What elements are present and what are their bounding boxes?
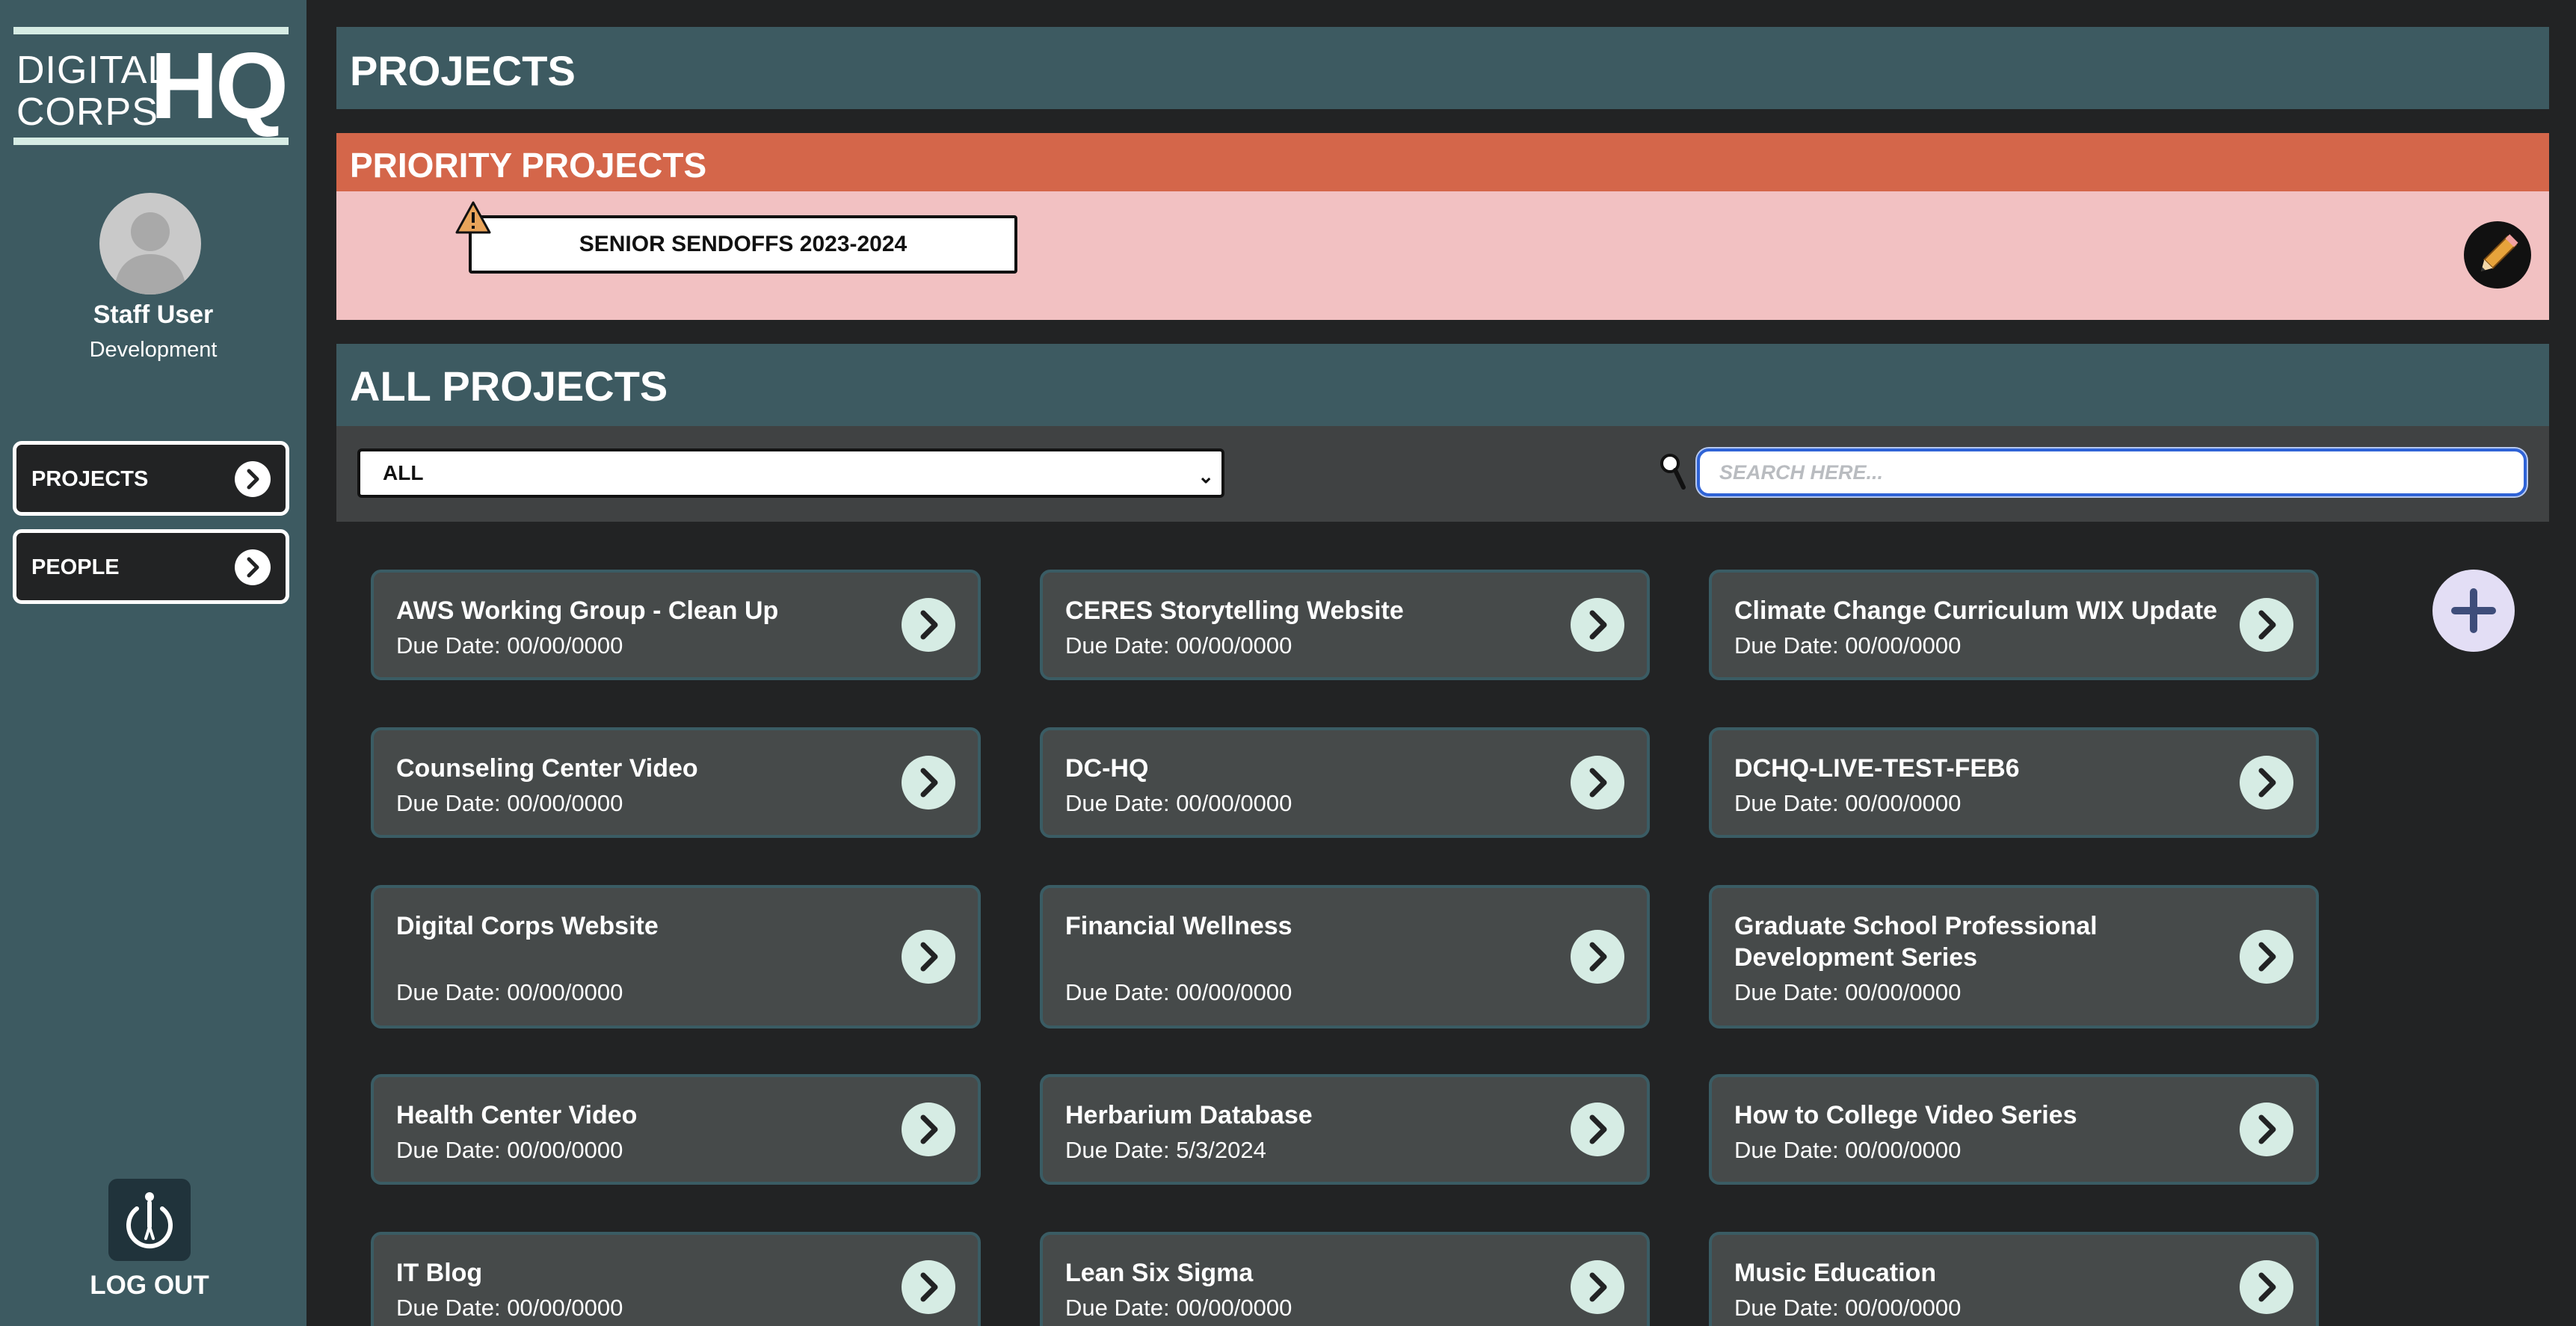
- chevron-right-circle-icon[interactable]: [902, 598, 955, 652]
- page-title: PROJECTS: [350, 47, 576, 94]
- project-card[interactable]: DCHQ-LIVE-TEST-FEB6 Due Date: 00/00/0000: [1709, 727, 2319, 838]
- project-card[interactable]: IT Blog Due Date: 00/00/0000: [371, 1232, 981, 1326]
- project-card[interactable]: Financial Wellness Due Date: 00/00/0000: [1040, 885, 1650, 1029]
- project-card[interactable]: CERES Storytelling Website Due Date: 00/0…: [1040, 570, 1650, 680]
- chevron-right-circle-icon[interactable]: [1571, 1103, 1624, 1156]
- project-due-date: Due Date: 00/00/0000: [396, 632, 623, 659]
- nav-people-label: PEOPLE: [31, 555, 120, 579]
- warning-icon: [455, 201, 491, 234]
- project-title: Health Center Video: [396, 1101, 638, 1129]
- project-title: Lean Six Sigma: [1065, 1259, 1254, 1287]
- chevron-right-circle-icon[interactable]: [2240, 756, 2293, 810]
- logo-hq: HQ: [150, 33, 289, 138]
- project-card[interactable]: Music Education Due Date: 00/00/0000: [1709, 1232, 2319, 1326]
- project-card[interactable]: Climate Change Curriculum WIX Update Due …: [1709, 570, 2319, 680]
- project-card[interactable]: Health Center Video Due Date: 00/00/0000: [371, 1074, 981, 1185]
- project-filter-select[interactable]: ALL ⌄: [357, 448, 1224, 498]
- project-title: Herbarium Database: [1065, 1101, 1313, 1129]
- logout-label[interactable]: LOG OUT: [0, 1271, 299, 1301]
- user-name: Staff User: [93, 300, 214, 329]
- all-projects-title: ALL PROJECTS: [350, 363, 668, 410]
- project-card[interactable]: How to College Video Series Due Date: 00/…: [1709, 1074, 2319, 1185]
- project-due-date: Due Date: 00/00/0000: [1734, 979, 1962, 1005]
- nav-people-button[interactable]: PEOPLE: [13, 529, 289, 604]
- chevron-right-circle-icon[interactable]: [1571, 1260, 1624, 1314]
- project-title: Counseling Center Video: [396, 754, 698, 783]
- chevron-right-circle-icon[interactable]: [902, 1103, 955, 1156]
- power-icon: [126, 1192, 173, 1249]
- priority-project-item[interactable]: SENIOR SENDOFFS 2023-2024: [469, 215, 1017, 274]
- pencil-icon: [2481, 234, 2518, 271]
- chevron-right-circle-icon[interactable]: [2240, 930, 2293, 984]
- chevron-right-circle-icon[interactable]: [902, 930, 955, 984]
- chevron-right-circle-icon[interactable]: [1571, 756, 1624, 810]
- chevron-right-circle-icon[interactable]: [2240, 1260, 2293, 1314]
- project-due-date: Due Date: 00/00/0000: [396, 790, 623, 816]
- project-due-date: Due Date: 00/00/0000: [1734, 632, 1962, 659]
- project-due-date: Due Date: 00/00/0000: [396, 1295, 623, 1321]
- project-due-date: Due Date: 00/00/0000: [1065, 632, 1292, 659]
- plus-icon: [2451, 588, 2496, 633]
- digital-corps-hq-logo[interactable]: DIGITAL CORPS HQ: [13, 27, 289, 145]
- filter-selected-value: ALL: [383, 461, 424, 484]
- user-department: Development: [89, 338, 218, 362]
- all-projects-header: ALL PROJECTS: [336, 344, 2549, 426]
- nav-projects-button[interactable]: PROJECTS: [13, 441, 289, 516]
- project-due-date: Due Date: 00/00/0000: [1734, 1295, 1962, 1321]
- project-title: CERES Storytelling Website: [1065, 596, 1404, 625]
- project-due-date: Due Date: 00/00/0000: [396, 979, 623, 1005]
- project-due-date: Due Date: 00/00/0000: [396, 1137, 623, 1163]
- projects-header: PROJECTS: [336, 27, 2549, 109]
- project-due-date: Due Date: 00/00/0000: [1734, 790, 1962, 816]
- project-card[interactable]: Herbarium Database Due Date: 5/3/2024: [1040, 1074, 1650, 1185]
- avatar: [99, 193, 201, 295]
- project-due-date: Due Date: 5/3/2024: [1065, 1137, 1266, 1163]
- logo-line-1: DIGITAL: [16, 49, 170, 92]
- add-project-button[interactable]: [2432, 570, 2515, 652]
- chevron-right-circle-icon[interactable]: [902, 1260, 955, 1314]
- project-due-date: Due Date: 00/00/0000: [1065, 790, 1292, 816]
- chevron-right-circle-icon: [235, 549, 271, 585]
- project-due-date: Due Date: 00/00/0000: [1734, 1137, 1962, 1163]
- chevron-right-circle-icon: [235, 461, 271, 497]
- project-title: Digital Corps Website: [396, 912, 659, 940]
- project-title: Graduate School Professional Development…: [1734, 912, 2098, 972]
- project-title: How to College Video Series: [1734, 1101, 2077, 1129]
- search-icon: [1660, 454, 1686, 490]
- project-title: IT Blog: [396, 1259, 483, 1287]
- project-title: Financial Wellness: [1065, 912, 1292, 940]
- chevron-right-circle-icon[interactable]: [902, 756, 955, 810]
- priority-projects-header: PRIORITY PROJECTS: [336, 133, 2549, 191]
- sidebar: DIGITAL CORPS HQ Staff User Development …: [0, 0, 306, 1326]
- project-card[interactable]: AWS Working Group - Clean Up Due Date: 00…: [371, 570, 981, 680]
- project-title: DC-HQ: [1065, 754, 1149, 783]
- chevron-down-icon: ⌄: [1198, 465, 1214, 487]
- project-card[interactable]: Digital Corps Website Due Date: 00/00/000…: [371, 885, 981, 1029]
- chevron-right-circle-icon[interactable]: [1571, 598, 1624, 652]
- project-title: AWS Working Group - Clean Up: [396, 596, 779, 625]
- project-card[interactable]: Graduate School Professional Development…: [1709, 885, 2319, 1029]
- chevron-right-circle-icon[interactable]: [2240, 1103, 2293, 1156]
- search-input[interactable]: [1697, 448, 2527, 496]
- project-due-date: Due Date: 00/00/0000: [1065, 979, 1292, 1005]
- logo-line-2: CORPS: [16, 90, 158, 134]
- priority-projects-title: PRIORITY PROJECTS: [350, 146, 707, 185]
- logo-wordmark: DIGITAL CORPS: [16, 49, 170, 133]
- project-title: DCHQ-LIVE-TEST-FEB6: [1734, 754, 2020, 783]
- chevron-right-circle-icon[interactable]: [2240, 598, 2293, 652]
- logout-button[interactable]: [108, 1179, 191, 1261]
- project-card[interactable]: Counseling Center Video Due Date: 00/00/0…: [371, 727, 981, 838]
- project-card[interactable]: DC-HQ Due Date: 00/00/0000: [1040, 727, 1650, 838]
- edit-priority-button[interactable]: [2464, 221, 2531, 289]
- project-title: Music Education: [1734, 1259, 1937, 1287]
- nav-projects-label: PROJECTS: [31, 467, 149, 491]
- project-due-date: Due Date: 00/00/0000: [1065, 1295, 1292, 1321]
- project-title: Climate Change Curriculum WIX Update: [1734, 596, 2218, 625]
- chevron-right-circle-icon[interactable]: [1571, 930, 1624, 984]
- project-card[interactable]: Lean Six Sigma Due Date: 00/00/0000: [1040, 1232, 1650, 1326]
